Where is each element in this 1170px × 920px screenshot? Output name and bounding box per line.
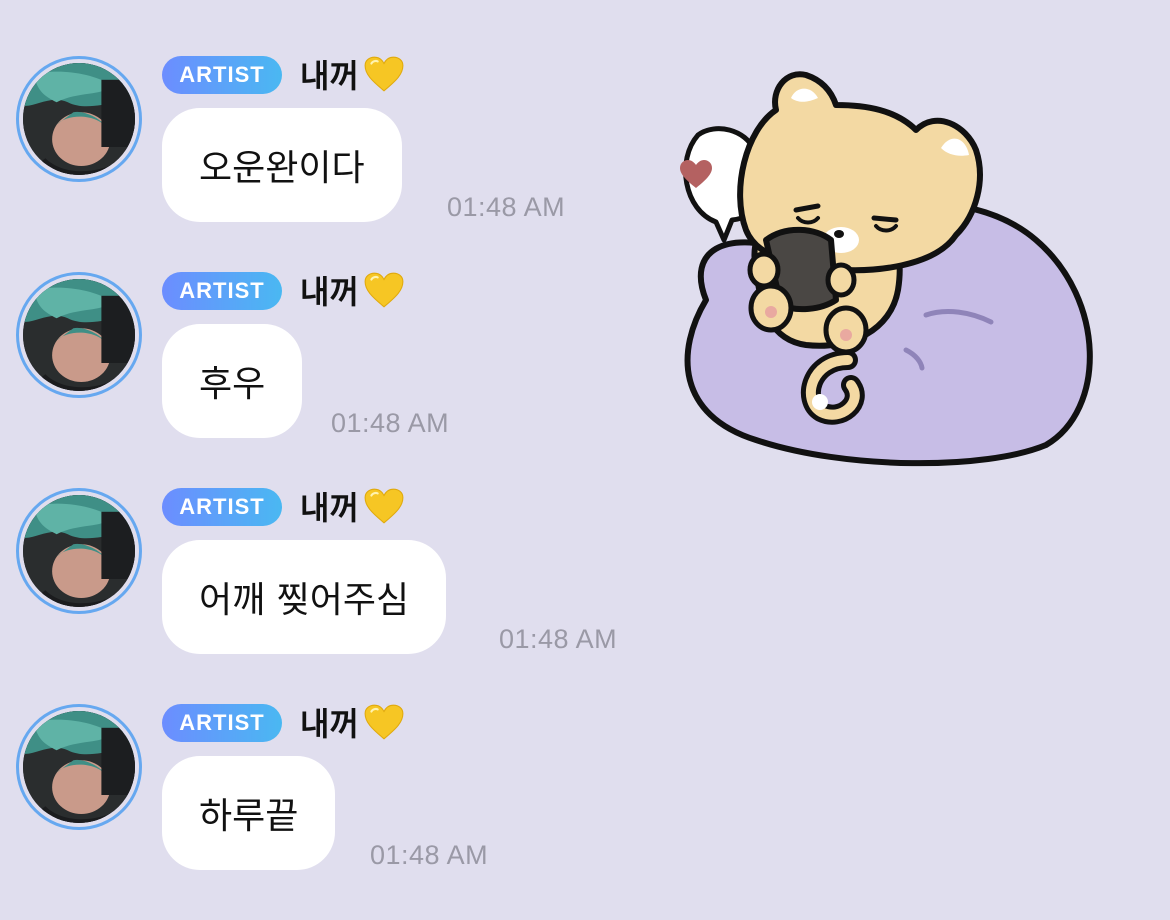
cat-on-beanbag-sticker[interactable]	[636, 50, 1106, 470]
message-timestamp: 01:48 AM	[370, 840, 489, 870]
message-bubble[interactable]: 오운완이다	[162, 108, 402, 222]
message-bubble[interactable]: 하루끝	[162, 756, 336, 870]
sender-name-label: 내꺼	[300, 489, 359, 527]
message-row: ARTIST 내꺼 어깨 찢어주심 01:48 AM	[0, 488, 1170, 704]
sender-name-label: 내꺼	[300, 273, 359, 311]
sender-name-label: 내꺼	[300, 705, 359, 743]
avatar[interactable]	[16, 704, 142, 830]
sender-name[interactable]: 내꺼	[300, 268, 405, 312]
sender-name-label: 내꺼	[300, 57, 359, 95]
artist-badge: ARTIST	[162, 272, 282, 310]
message-timestamp: 01:48 AM	[499, 624, 618, 654]
artist-badge: ARTIST	[162, 56, 282, 94]
avatar-photo	[23, 495, 135, 607]
avatar[interactable]	[16, 56, 142, 182]
message-timestamp: 01:48 AM	[331, 408, 450, 438]
yellow-heart-icon	[363, 703, 405, 741]
avatar[interactable]	[16, 272, 142, 398]
yellow-heart-icon	[363, 271, 405, 309]
message-timestamp: 01:48 AM	[447, 192, 566, 222]
sender-name[interactable]: 내꺼	[300, 52, 405, 96]
avatar[interactable]	[16, 488, 142, 614]
message-row: ARTIST 내꺼 하루끝 01:48 AM	[0, 704, 1170, 920]
chat-screen: { "badge_label": "ARTIST", "sender_name"…	[0, 0, 1170, 908]
yellow-heart-icon	[363, 55, 405, 93]
artist-badge: ARTIST	[162, 488, 282, 526]
avatar-photo	[23, 63, 135, 175]
sender-name[interactable]: 내꺼	[300, 700, 405, 744]
avatar-photo	[23, 711, 135, 823]
yellow-heart-icon	[363, 487, 405, 525]
avatar-photo	[23, 279, 135, 391]
sender-name[interactable]: 내꺼	[300, 484, 405, 528]
message-bubble[interactable]: 어깨 찢어주심	[162, 540, 447, 654]
artist-badge: ARTIST	[162, 704, 282, 742]
message-bubble[interactable]: 후우	[162, 324, 303, 438]
